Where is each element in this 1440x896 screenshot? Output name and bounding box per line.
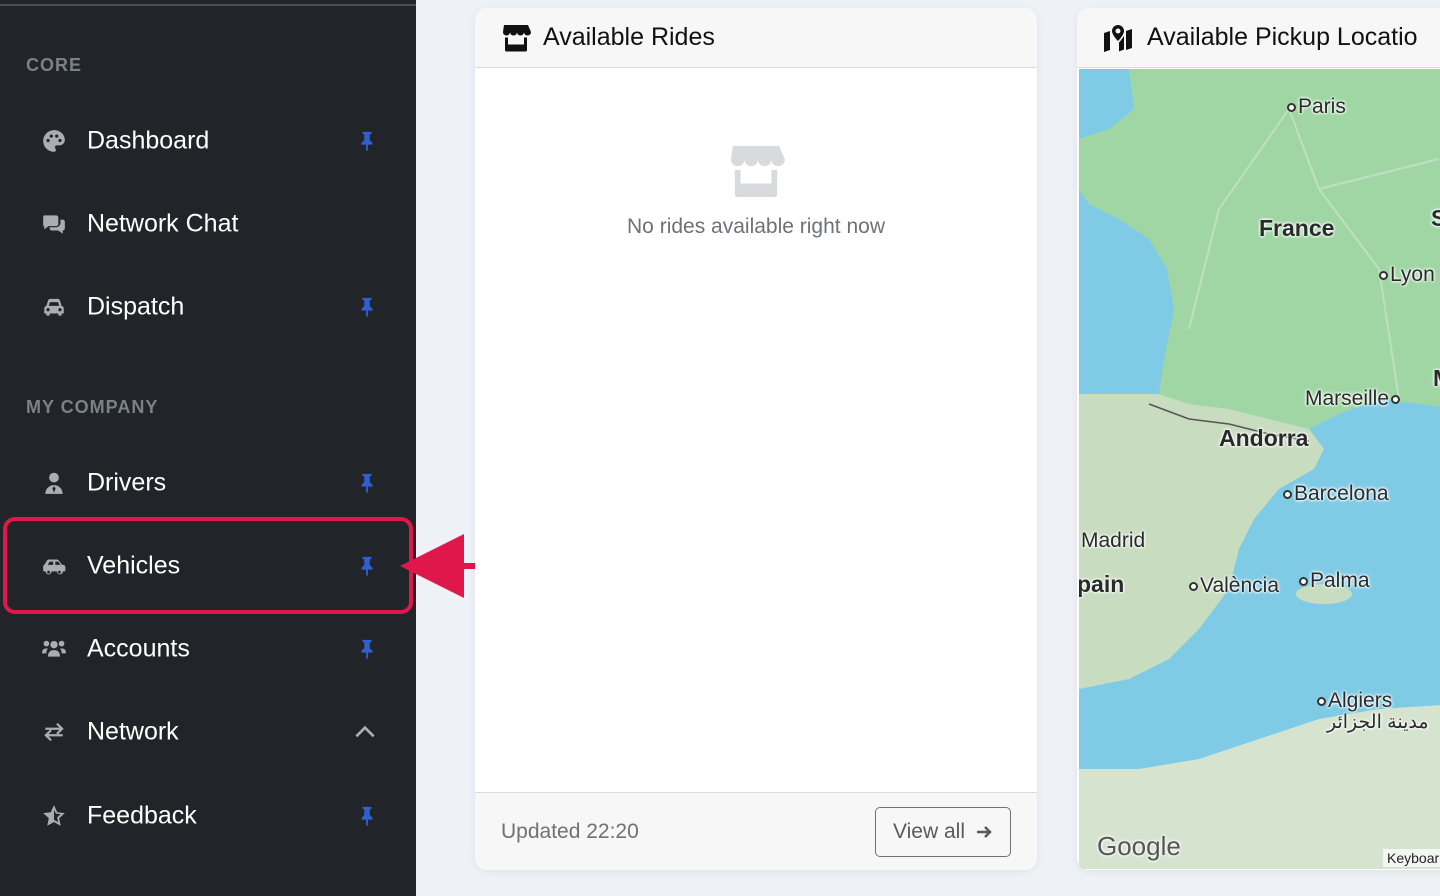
sidebar-top-divider <box>0 4 416 6</box>
card-footer: Updated 22:20 View all <box>475 792 1037 870</box>
card-title: Available Pickup Locatio <box>1147 23 1418 51</box>
map-label-city: Barcelona <box>1283 482 1389 506</box>
car-icon <box>40 293 68 321</box>
user-tie-icon <box>40 469 68 497</box>
pickup-map[interactable]: Paris France S Lyon M Marseille Andorra … <box>1079 69 1440 869</box>
sidebar-item-dispatch[interactable]: Dispatch <box>0 272 416 342</box>
updated-timestamp: Updated 22:20 <box>501 820 639 843</box>
view-all-label: View all <box>893 820 965 843</box>
map-label-country: France <box>1259 215 1335 241</box>
sidebar-item-dashboard[interactable]: Dashboard <box>0 106 416 176</box>
palette-icon <box>40 127 68 155</box>
view-all-button[interactable]: View all <box>875 807 1011 857</box>
sidebar-item-label: Network Chat <box>87 209 239 238</box>
comments-icon <box>40 210 68 238</box>
keyboard-shortcuts-link[interactable]: Keyboar <box>1383 849 1440 867</box>
map-label-city: València <box>1189 574 1279 598</box>
available-rides-card: Available Rides No rides available right… <box>475 8 1037 870</box>
chevron-up-icon[interactable] <box>352 719 378 745</box>
map-label-city: Marseille <box>1305 387 1402 411</box>
map-label-cut: S <box>1431 205 1440 231</box>
store-icon <box>727 144 785 198</box>
pickup-locations-card: Available Pickup Locatio Paris France S … <box>1077 8 1440 870</box>
sidebar-item-label: Feedback <box>87 801 197 830</box>
map-label-city: Lyon <box>1379 263 1435 287</box>
map-label-city: Madrid <box>1081 529 1146 552</box>
vehicles-highlight-box <box>3 517 413 614</box>
users-icon <box>40 635 68 663</box>
sidebar-item-accounts[interactable]: Accounts <box>0 614 416 684</box>
map-label-city-arabic: مدينة الجزائر <box>1327 712 1429 733</box>
sidebar-item-label: Drivers <box>87 468 167 497</box>
section-heading-core: CORE <box>26 55 83 75</box>
map-label-country: Andorra <box>1219 425 1309 451</box>
thumbtack-icon[interactable] <box>356 805 378 827</box>
sidebar-item-label: Network <box>87 717 179 746</box>
exchange-icon <box>40 718 68 746</box>
arrow-right-icon <box>976 826 992 838</box>
thumbtack-icon[interactable] <box>356 130 378 152</box>
thumbtack-icon[interactable] <box>356 638 378 660</box>
map-label-city: Paris <box>1287 95 1346 119</box>
card-header: Available Pickup Locatio <box>1077 8 1440 68</box>
map-marked-icon <box>1103 24 1133 52</box>
thumbtack-icon[interactable] <box>356 472 378 494</box>
card-header: Available Rides <box>475 8 1037 68</box>
map-terrain <box>1079 69 1440 869</box>
sidebar-item-label: Dashboard <box>87 126 210 155</box>
sidebar-item-network-chat[interactable]: Network Chat <box>0 189 416 259</box>
sidebar-item-drivers[interactable]: Drivers <box>0 448 416 518</box>
star-half-icon <box>40 802 68 830</box>
sidebar-item-network[interactable]: Network <box>0 697 416 767</box>
map-label-country: pain <box>1079 571 1125 597</box>
empty-state-message: No rides available right now <box>627 215 885 238</box>
sidebar-item-feedback[interactable]: Feedback <box>0 781 416 851</box>
section-heading-my-company: MY COMPANY <box>26 397 159 417</box>
store-icon <box>501 24 531 52</box>
google-logo: Google <box>1097 831 1181 861</box>
sidebar-item-label: Dispatch <box>87 292 185 321</box>
sidebar-item-label: Accounts <box>87 634 190 663</box>
map-label-cut: M <box>1433 365 1440 392</box>
map-label-city: Palma <box>1299 569 1370 593</box>
card-title: Available Rides <box>543 23 715 51</box>
map-label-city: Algiers <box>1317 689 1392 713</box>
sidebar: CORE Dashboard Network Chat Dispatch MY … <box>0 0 416 896</box>
thumbtack-icon[interactable] <box>356 296 378 318</box>
